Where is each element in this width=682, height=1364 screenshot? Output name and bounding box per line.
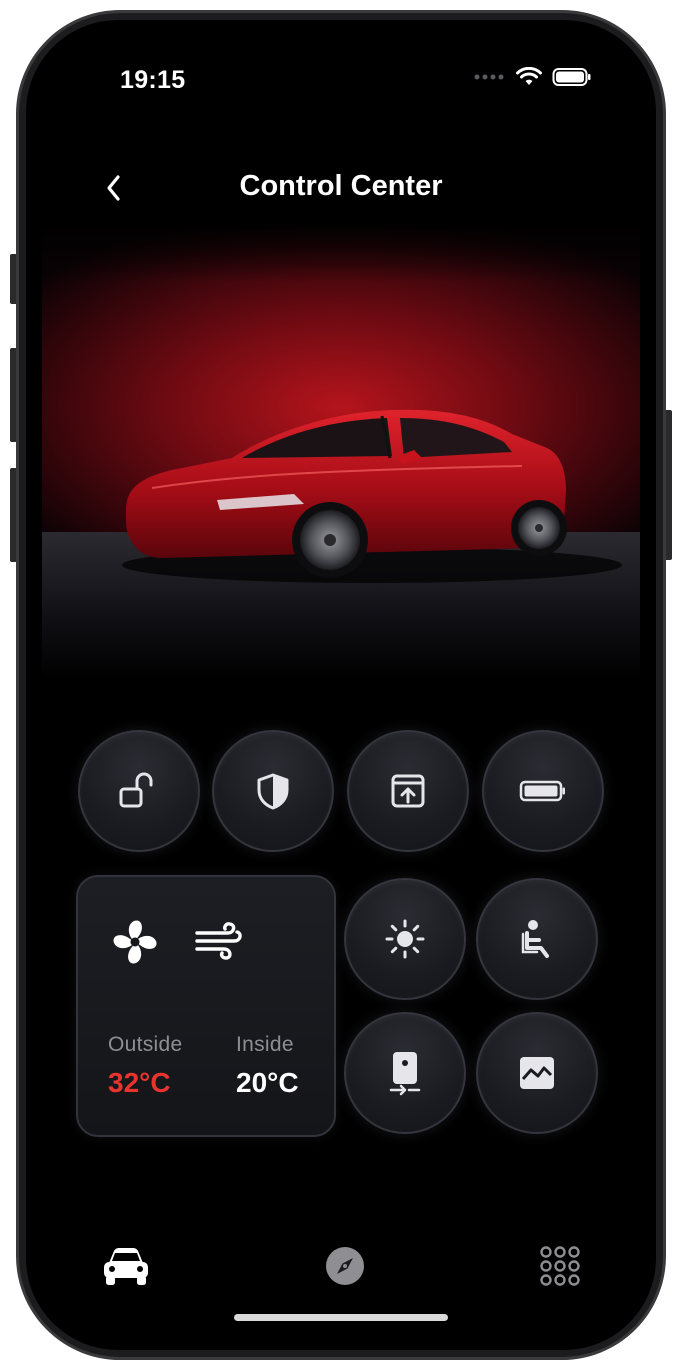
fan-icon[interactable] [108, 915, 162, 969]
battery-button[interactable] [482, 730, 604, 852]
screen: 19:15 Control Center Outside 32°C Inside… [26, 20, 656, 1350]
trunk-open-icon [391, 774, 425, 808]
phone-key-button[interactable] [344, 1012, 466, 1134]
compass-icon [326, 1247, 364, 1285]
signal-dots-icon [474, 74, 504, 80]
battery-icon [519, 780, 565, 802]
battery-status-icon [552, 68, 591, 86]
image-icon [520, 1057, 554, 1089]
lock-toggle-button[interactable] [78, 730, 200, 852]
grid-icon [540, 1246, 580, 1286]
phone-key-icon [389, 1052, 421, 1096]
seat-icon [521, 920, 549, 958]
tab-menu[interactable] [532, 1238, 588, 1294]
climate-card[interactable]: Outside 32°C Inside 20°C [76, 875, 336, 1137]
wifi-icon [516, 67, 542, 85]
inside-temperature: 20°C [236, 1067, 299, 1098]
wind-icon[interactable] [194, 921, 244, 961]
shield-icon [257, 773, 289, 810]
inside-label: Inside [236, 1033, 294, 1056]
status-time: 19:15 [120, 66, 186, 94]
tab-explore[interactable] [317, 1238, 373, 1294]
trunk-button[interactable] [347, 730, 469, 852]
status-icons [474, 67, 592, 87]
unlock-icon [119, 772, 153, 808]
seat-button[interactable] [476, 878, 598, 1000]
outside-label: Outside [108, 1033, 183, 1056]
home-indicator [234, 1314, 448, 1321]
sun-icon [385, 919, 425, 959]
gallery-button[interactable] [476, 1012, 598, 1134]
outside-temperature: 32°C [108, 1067, 171, 1098]
security-button[interactable] [212, 730, 334, 852]
lights-button[interactable] [344, 878, 466, 1000]
tab-car[interactable] [98, 1238, 154, 1294]
back-button[interactable] [94, 168, 134, 208]
car-icon [104, 1248, 148, 1285]
car-image [42, 220, 640, 680]
chevron-left-icon [107, 175, 120, 201]
